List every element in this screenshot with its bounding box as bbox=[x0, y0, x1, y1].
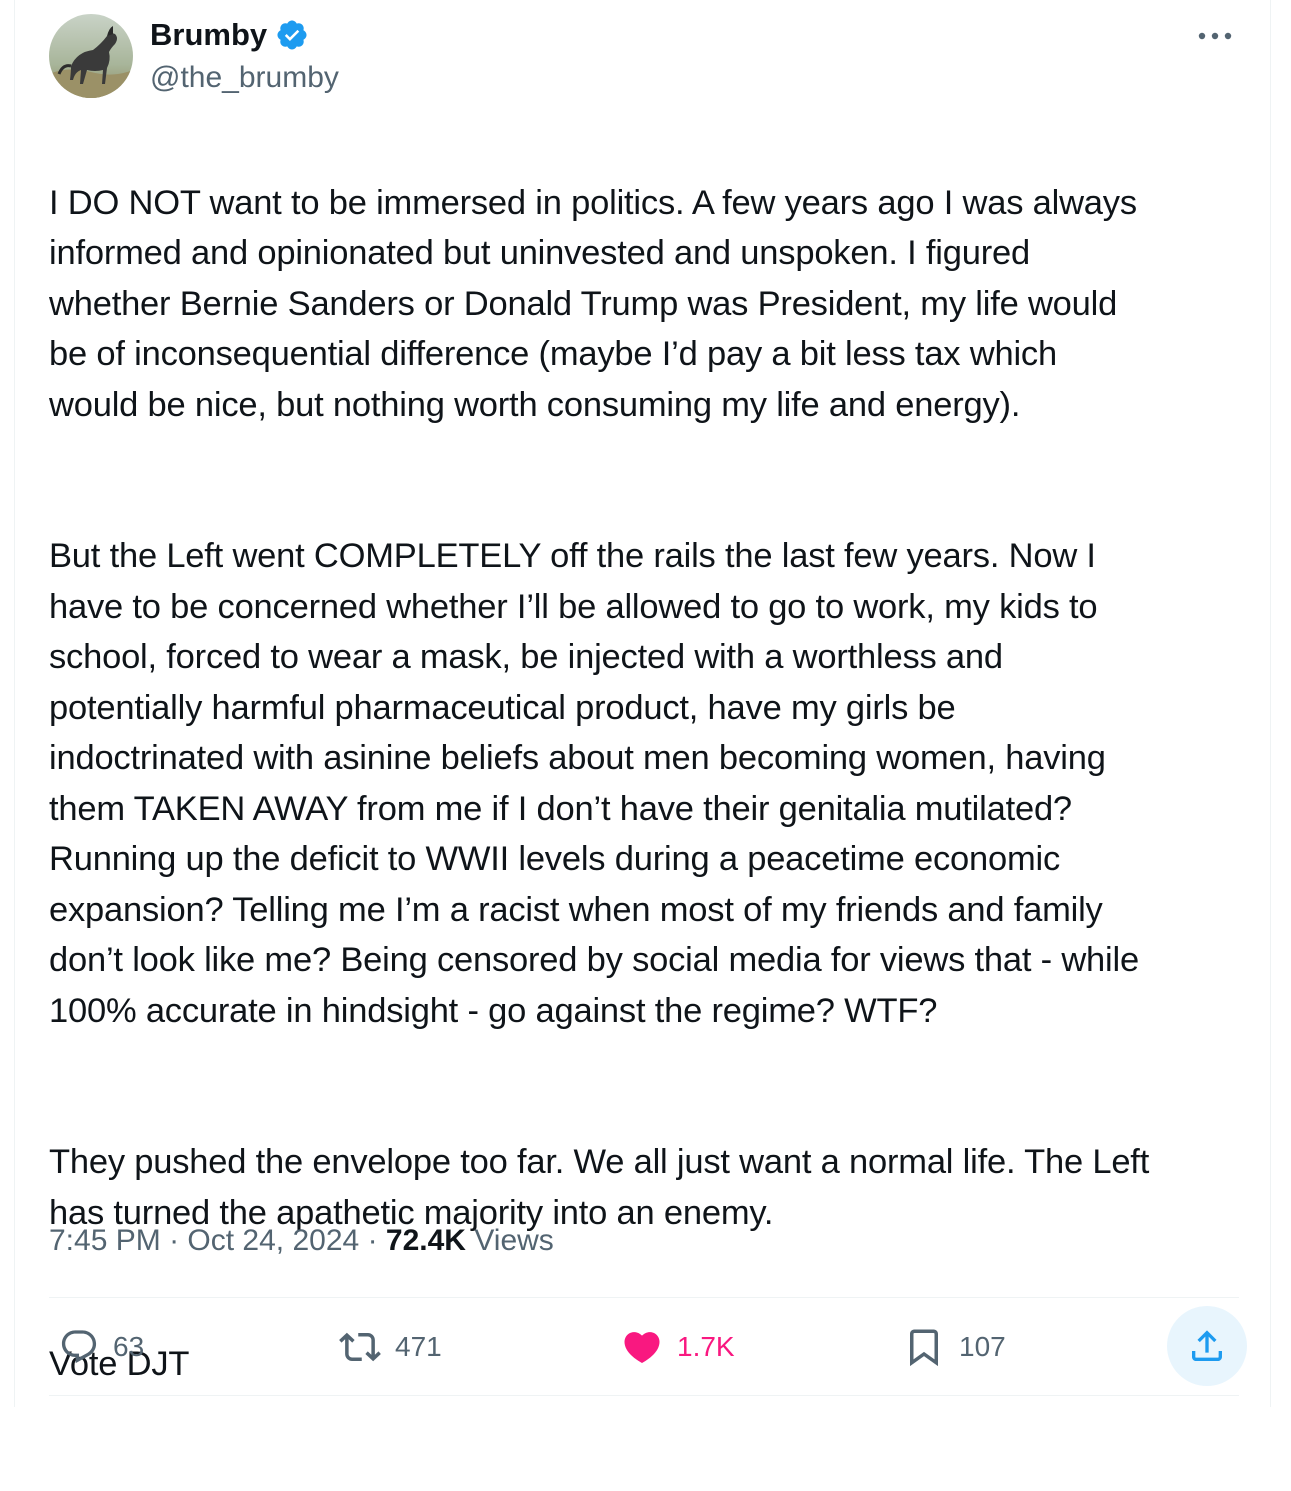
horse-avatar-image bbox=[49, 14, 133, 98]
author-display-name[interactable]: Brumby bbox=[150, 16, 267, 54]
author-display-name-row[interactable]: Brumby bbox=[150, 16, 309, 54]
share-icon bbox=[1192, 1330, 1222, 1361]
repost-button[interactable]: 471 bbox=[339, 1322, 442, 1372]
meta-separator: · bbox=[367, 1224, 378, 1257]
more-options-button[interactable] bbox=[1193, 22, 1237, 50]
tweet-time[interactable]: 7:45 PM bbox=[49, 1224, 161, 1257]
bookmark-count: 107 bbox=[959, 1331, 1006, 1362]
divider bbox=[49, 1297, 1239, 1298]
verified-badge-icon[interactable] bbox=[275, 18, 309, 52]
share-button[interactable] bbox=[1167, 1306, 1247, 1386]
more-horizontal-icon bbox=[1198, 32, 1232, 40]
avatar[interactable] bbox=[49, 14, 133, 98]
heart-filled-icon bbox=[624, 1332, 660, 1364]
views-label[interactable]: Views bbox=[474, 1224, 553, 1257]
repost-count: 471 bbox=[395, 1331, 442, 1362]
reply-button[interactable]: 63 bbox=[59, 1322, 144, 1372]
meta-separator: · bbox=[169, 1224, 180, 1257]
repost-icon bbox=[339, 1332, 381, 1362]
bookmark-button[interactable]: 107 bbox=[903, 1322, 1006, 1372]
tweet-date[interactable]: Oct 24, 2024 bbox=[187, 1224, 359, 1257]
tweet-paragraph: I DO NOT want to be immersed in politics… bbox=[49, 183, 1137, 424]
reply-count: 63 bbox=[113, 1331, 145, 1362]
bookmark-icon bbox=[910, 1329, 938, 1367]
tweet-metadata: 7:45 PM · Oct 24, 2024 · 72.4K Views bbox=[49, 1220, 554, 1262]
reply-icon bbox=[61, 1330, 97, 1364]
divider bbox=[49, 1395, 1239, 1396]
like-count: 1.7K bbox=[677, 1331, 735, 1362]
tweet-paragraph: But the Left went COMPLETELY off the rai… bbox=[49, 537, 1139, 1030]
views-count[interactable]: 72.4K bbox=[386, 1224, 466, 1257]
tweet-text: I DO NOT want to be immersed in politics… bbox=[49, 127, 1249, 1491]
tweet-card: Brumby @the_brumby I DO NOT want to be i… bbox=[14, 0, 1271, 1407]
like-button[interactable]: 1.7K bbox=[621, 1322, 735, 1372]
author-handle[interactable]: @the_brumby bbox=[150, 60, 339, 96]
